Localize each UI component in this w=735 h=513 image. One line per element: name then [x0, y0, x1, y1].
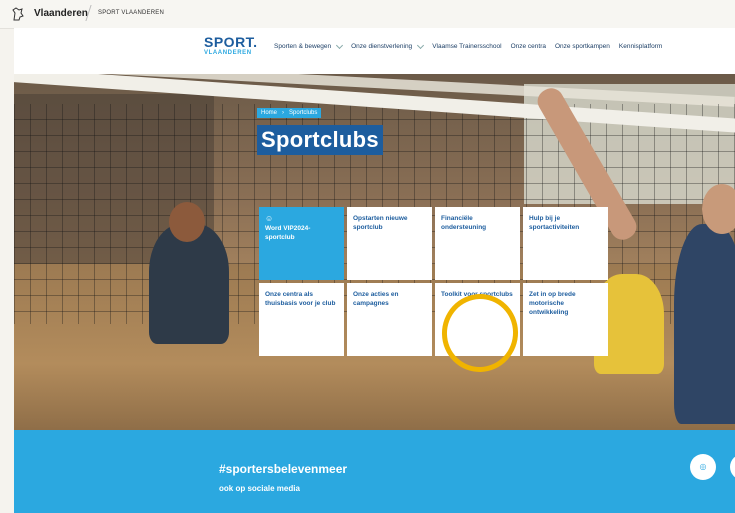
page-title: Sportclubs: [257, 125, 383, 155]
tile-vip2024-sportclub[interactable]: ☺ Word VIP2024-sportclub: [259, 207, 344, 280]
hero-photo-player-left: [149, 224, 229, 344]
breadcrumb-separator-icon: ›: [282, 110, 285, 116]
social-icon[interactable]: [730, 454, 735, 480]
social-subtitle: ook op sociale media: [219, 484, 300, 493]
tile-motorische-ontwikkeling[interactable]: Zet in op brede motorische ontwikkeling: [523, 283, 608, 356]
smiley-icon: ☺: [265, 214, 274, 223]
sport-vlaanderen-logo[interactable]: SPORT. VLAANDEREN: [204, 35, 258, 56]
logo-line-1: SPORT.: [204, 34, 258, 50]
nav-menu: Sporten & bewegen Onze dienstverlening V…: [274, 41, 671, 50]
chevron-down-icon: [417, 41, 425, 49]
hero-photo-player-right: [674, 224, 735, 424]
government-topbar: Vlaanderen SPORT VLAANDEREN: [0, 0, 735, 29]
tile-hulp-sportactiviteiten[interactable]: Hulp bij je sportactiviteiten: [523, 207, 608, 280]
nav-item-kennisplatform[interactable]: Kennisplatform: [619, 43, 662, 50]
sport-vlaanderen-link[interactable]: SPORT VLAANDEREN: [98, 10, 164, 16]
tile-toolkit-sportclubs[interactable]: Toolkit voor sportclubs: [435, 283, 520, 356]
flemish-lion-icon[interactable]: [12, 7, 24, 21]
tile-acties-campagnes[interactable]: Onze acties en campagnes: [347, 283, 432, 356]
tile-opstarten-sportclub[interactable]: Opstarten nieuwe sportclub: [347, 207, 432, 280]
breadcrumb: Home › Sportclubs: [257, 108, 322, 118]
social-hashtag: #sportersbelevenmeer: [219, 462, 348, 476]
nav-item-trainersschool[interactable]: Vlaamse Trainersschool: [432, 43, 501, 50]
hero-photo-player-right-head: [702, 184, 735, 234]
chevron-down-icon: [336, 41, 344, 49]
instagram-icon[interactable]: ◎: [690, 454, 716, 480]
hero-banner: Home › Sportclubs Sportclubs ☺ Word VIP2…: [14, 74, 735, 430]
nav-item-centra[interactable]: Onze centra: [511, 43, 546, 50]
vlaanderen-link[interactable]: Vlaanderen: [34, 8, 88, 19]
nav-item-dienstverlening[interactable]: Onze dienstverlening: [351, 41, 425, 50]
tile-financiele-ondersteuning[interactable]: Financiële ondersteuning: [435, 207, 520, 280]
sportclub-tiles-grid: ☺ Word VIP2024-sportclub Opstarten nieuw…: [259, 207, 608, 357]
nav-item-sportkampen[interactable]: Onze sportkampen: [555, 43, 610, 50]
hero-photo-player-left-head: [169, 202, 205, 242]
breadcrumb-home[interactable]: Home: [261, 110, 277, 116]
website: SPORT. VLAANDEREN Sporten & bewegen Onze…: [14, 28, 735, 513]
breadcrumb-current: Sportclubs: [289, 110, 318, 116]
main-navigation: SPORT. VLAANDEREN Sporten & bewegen Onze…: [14, 28, 735, 74]
logo-line-2: VLAANDEREN: [204, 50, 252, 56]
nav-item-sporten-bewegen[interactable]: Sporten & bewegen: [274, 41, 344, 50]
social-media-banner: #sportersbelevenmeer ook op sociale medi…: [14, 430, 735, 513]
tile-centra-thuisbasis[interactable]: Onze centra als thuisbasis voor je club: [259, 283, 344, 356]
